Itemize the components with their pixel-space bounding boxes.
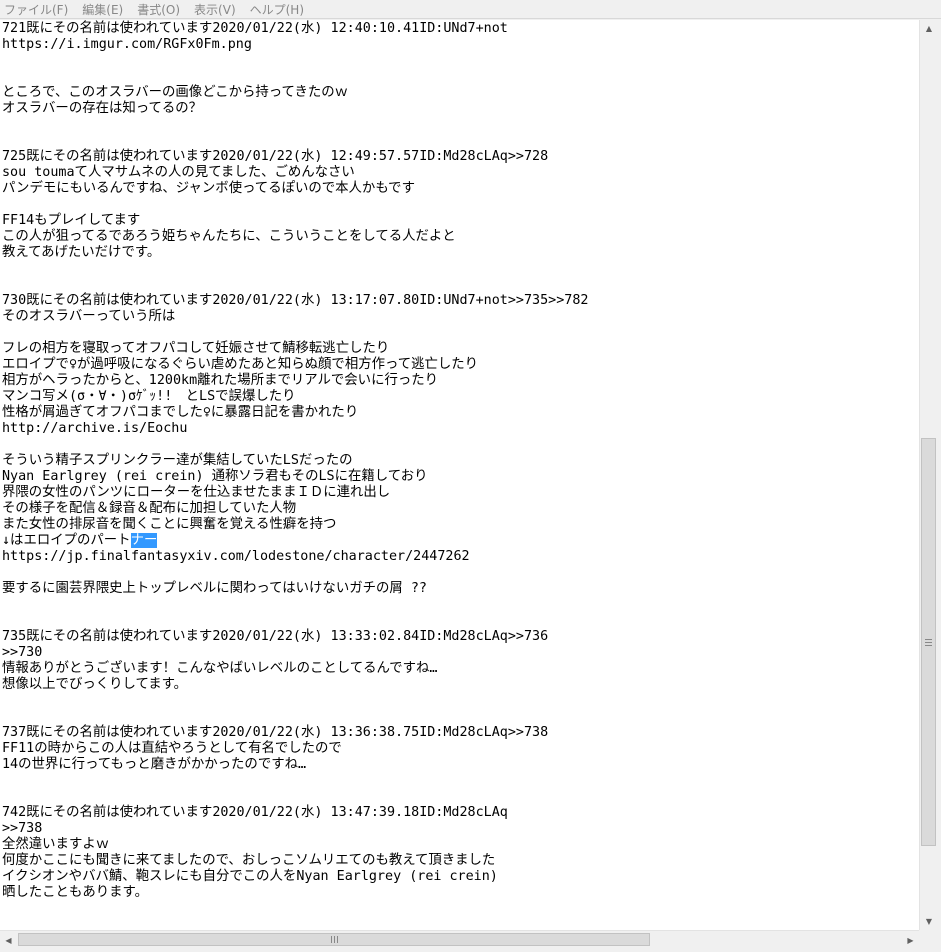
text-line: また女性の排尿音を聞くことに興奮を覚える性癖を持つ bbox=[2, 517, 337, 532]
text-line: 737既にその名前は使われています2020/01/22(水) 13:36:38.… bbox=[2, 725, 549, 740]
text-line: イクシオンやババ鯖、鞄スレにも自分でこの人をNyan Earlgrey (rei… bbox=[2, 869, 498, 884]
text-line: 相方がヘラったからと、1200km離れた場所までリアルで会いに行ったり bbox=[2, 373, 439, 388]
text-editor[interactable]: 721既にその名前は使われています2020/01/22(水) 12:40:10.… bbox=[0, 20, 919, 930]
horizontal-scrollbar[interactable]: ◀ ▶ bbox=[0, 930, 919, 949]
text-line: 界隈の女性のパンツにローターを仕込ませたままＩＤに連れ出し bbox=[2, 485, 391, 500]
grip-icon bbox=[925, 638, 932, 646]
text-line: 721既にその名前は使われています2020/01/22(水) 12:40:10.… bbox=[2, 21, 508, 36]
horizontal-scroll-thumb[interactable] bbox=[18, 933, 650, 946]
text-line: FF11の時からこの人は直結やろうとして有名でしたので bbox=[2, 741, 342, 756]
text-line: sou toumaて人マサムネの人の見てました、ごめんなさい bbox=[2, 165, 355, 180]
text-line: 725既にその名前は使われています2020/01/22(水) 12:49:57.… bbox=[2, 149, 549, 164]
text-line: https://i.imgur.com/RGFx0Fm.png bbox=[2, 37, 252, 52]
text-line: 何度かここにも聞きに来てましたので、おしっこソムリエてのも教えて頂きました bbox=[2, 853, 496, 868]
menu-format[interactable]: 書式(O) bbox=[137, 1, 180, 18]
scroll-right-arrow-icon[interactable]: ▶ bbox=[902, 931, 919, 949]
text-line: 要するに園芸界隈史上トップレベルに関わってはいけないガチの屑 ?? bbox=[2, 581, 427, 596]
text-line: この人が狙ってるであろう姫ちゃんたちに、こういうことをしてる人だよと bbox=[2, 229, 456, 244]
text-line: 性格が屑過ぎてオフパコまでした♀に暴露日記を書かれたり bbox=[2, 405, 359, 420]
text-line: マンコ写メ(σ・∀・)σｹﾞｯ!! とLSで誤爆したり bbox=[2, 389, 296, 404]
text-line: >>730 bbox=[2, 645, 43, 660]
vertical-scrollbar[interactable]: ▲ ▼ bbox=[919, 20, 938, 930]
scroll-left-arrow-icon[interactable]: ◀ bbox=[0, 931, 17, 949]
text-line: 全然違いますよｗ bbox=[2, 837, 110, 852]
text-line: 想像以上でびっくりしてます。 bbox=[2, 677, 188, 692]
selected-text: ナー bbox=[130, 533, 158, 548]
scroll-down-arrow-icon[interactable]: ▼ bbox=[920, 913, 938, 930]
text-line: ↓はエロイプのパート bbox=[2, 533, 131, 548]
text-line: エロイプで♀が過呼吸になるぐらい虐めたあと知らぬ顔で相方作って逃亡したり bbox=[2, 357, 479, 372]
text-line: 晒したこともあります。 bbox=[2, 885, 148, 900]
grip-icon bbox=[330, 936, 338, 943]
menu-edit[interactable]: 編集(E) bbox=[82, 1, 123, 18]
text-line: オスラバーの存在は知ってるの？ bbox=[2, 101, 203, 116]
menu-bar: ファイル(F) 編集(E) 書式(O) 表示(V) ヘルプ(H) bbox=[0, 0, 941, 19]
text-line: 735既にその名前は使われています2020/01/22(水) 13:33:02.… bbox=[2, 629, 549, 644]
text-line: http://archive.is/Eochu bbox=[2, 421, 188, 436]
menu-view[interactable]: 表示(V) bbox=[194, 1, 236, 18]
text-line: そういう精子スプリンクラー達が集結していたLSだったの bbox=[2, 453, 353, 468]
text-line: 情報ありがとうございます！こんなやばいレベルのことしてるんですね… bbox=[2, 661, 438, 676]
text-line: フレの相方を寝取ってオフパコして妊娠させて鯖移転逃亡したり bbox=[2, 341, 390, 356]
window-edge bbox=[937, 20, 941, 930]
menu-file[interactable]: ファイル(F) bbox=[4, 1, 68, 18]
text-line: FF14もプレイしてます bbox=[2, 213, 141, 228]
text-line: ところで、このオスラバーの画像どこから持ってきたのｗ bbox=[2, 85, 349, 100]
scroll-up-arrow-icon[interactable]: ▲ bbox=[920, 20, 938, 37]
text-line: Nyan Earlgrey (rei crein) 通称ソラ君もそのLSに在籍し… bbox=[2, 469, 428, 484]
text-line: https://jp.finalfantasyxiv.com/lodestone… bbox=[2, 549, 470, 564]
menu-help[interactable]: ヘルプ(H) bbox=[250, 1, 304, 18]
text-line: 教えてあげたいだけです。 bbox=[2, 245, 161, 260]
text-content[interactable]: 721既にその名前は使われています2020/01/22(水) 12:40:10.… bbox=[2, 21, 589, 901]
scrollbar-corner bbox=[919, 930, 941, 952]
text-line: 14の世界に行ってもっと磨きがかかったのですね… bbox=[2, 757, 307, 772]
text-line: パンデモにもいるんですね、ジャンボ使ってるぽいので本人かもです bbox=[2, 181, 415, 196]
text-line: その様子を配信＆録音＆配布に加担していた人物 bbox=[2, 501, 297, 516]
text-line: 742既にその名前は使われています2020/01/22(水) 13:47:39.… bbox=[2, 805, 508, 820]
text-line: >>738 bbox=[2, 821, 43, 836]
text-line: 730既にその名前は使われています2020/01/22(水) 13:17:07.… bbox=[2, 293, 589, 308]
vertical-scroll-thumb[interactable] bbox=[921, 438, 936, 846]
text-line: そのオスラバーっていう所は bbox=[2, 309, 176, 324]
